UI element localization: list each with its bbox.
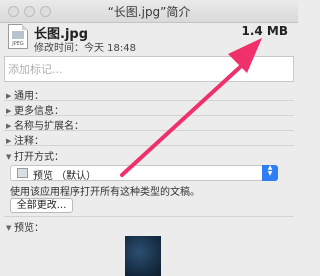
annotation-arrow-head	[228, 38, 262, 73]
annotation-arrow-shaft	[120, 56, 252, 177]
annotation-arrow	[120, 38, 262, 177]
